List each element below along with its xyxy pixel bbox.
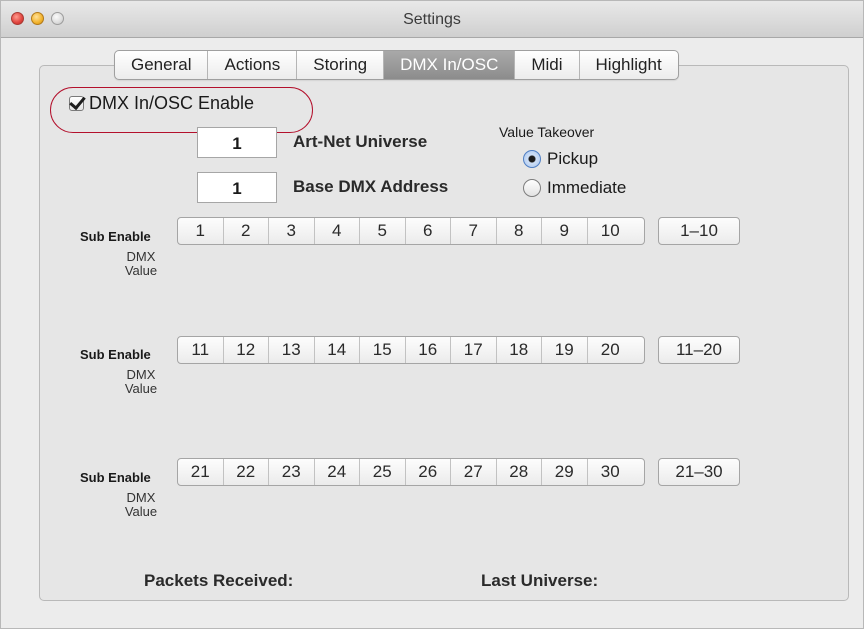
sub-toggle-24[interactable]: 24 <box>315 459 360 485</box>
sub-enable-toggles-2: 11 12 13 14 15 16 17 18 19 20 <box>177 336 645 364</box>
sub-enable-label-2: Sub Enable <box>80 347 151 362</box>
sub-toggle-12[interactable]: 12 <box>224 337 269 363</box>
immediate-label[interactable]: Immediate <box>547 178 626 198</box>
window-title: Settings <box>403 11 461 28</box>
tab-highlight[interactable]: Highlight <box>580 51 678 79</box>
value-label: Value <box>124 504 158 519</box>
dmx-enable-checkbox[interactable] <box>69 96 84 111</box>
tab-storing[interactable]: Storing <box>297 51 385 79</box>
sub-toggle-26[interactable]: 26 <box>406 459 451 485</box>
title-bar: Settings <box>1 1 863 38</box>
sub-enable-toggles-3: 21 22 23 24 25 26 27 28 29 30 <box>177 458 645 486</box>
art-net-universe-label: Art-Net Universe <box>293 132 428 151</box>
sub-toggle-21[interactable]: 21 <box>178 459 224 485</box>
sub-toggle-14[interactable]: 14 <box>315 337 360 363</box>
dmx-label: DMX <box>126 367 156 382</box>
sub-enable-toggles-1: 1 2 3 4 5 6 7 8 9 10 <box>177 217 645 245</box>
tab-bar: General Actions Storing DMX In/OSC Midi … <box>114 50 679 80</box>
immediate-radio[interactable] <box>523 179 541 197</box>
sub-toggle-19[interactable]: 19 <box>542 337 588 363</box>
dmx-value-label-1: DMX Value <box>121 250 161 278</box>
sub-toggle-8[interactable]: 8 <box>497 218 542 244</box>
sub-toggle-11[interactable]: 11 <box>178 337 224 363</box>
base-dmx-address-field[interactable]: 1 <box>197 172 277 203</box>
sub-toggle-28[interactable]: 28 <box>497 459 542 485</box>
range-button-11-20[interactable]: 11–20 <box>658 336 740 364</box>
sub-toggle-6[interactable]: 6 <box>406 218 451 244</box>
sub-toggle-3[interactable]: 3 <box>269 218 315 244</box>
base-dmx-address-label: Base DMX Address <box>293 177 449 196</box>
settings-window: Settings General Actions Storing DMX In/… <box>0 0 864 629</box>
tab-midi[interactable]: Midi <box>515 51 580 79</box>
sub-toggle-2[interactable]: 2 <box>224 218 269 244</box>
sub-toggle-5[interactable]: 5 <box>360 218 406 244</box>
sub-enable-label-1: Sub Enable <box>80 229 151 244</box>
dmx-enable-row: DMX In/OSC Enable <box>69 93 254 114</box>
sub-toggle-9[interactable]: 9 <box>542 218 588 244</box>
packets-received-label: Packets Received: <box>144 571 294 590</box>
sub-toggle-29[interactable]: 29 <box>542 459 588 485</box>
sub-toggle-10[interactable]: 10 <box>588 218 634 244</box>
value-label: Value <box>124 263 158 278</box>
sub-toggle-27[interactable]: 27 <box>451 459 497 485</box>
sub-toggle-4[interactable]: 4 <box>315 218 360 244</box>
dmx-label: DMX <box>126 249 156 264</box>
pickup-radio[interactable] <box>523 150 541 168</box>
sub-toggle-1[interactable]: 1 <box>178 218 224 244</box>
dmx-enable-label[interactable]: DMX In/OSC Enable <box>89 93 254 114</box>
tab-content-panel <box>39 65 849 601</box>
sub-toggle-25[interactable]: 25 <box>360 459 406 485</box>
sub-toggle-17[interactable]: 17 <box>451 337 497 363</box>
range-button-1-10[interactable]: 1–10 <box>658 217 740 245</box>
sub-toggle-18[interactable]: 18 <box>497 337 542 363</box>
sub-toggle-15[interactable]: 15 <box>360 337 406 363</box>
dmx-value-label-2: DMX Value <box>121 368 161 396</box>
last-universe-label: Last Universe: <box>481 571 599 590</box>
tab-general[interactable]: General <box>115 51 209 79</box>
value-label: Value <box>124 381 158 396</box>
art-net-universe-field[interactable]: 1 <box>197 127 277 158</box>
sub-toggle-16[interactable]: 16 <box>406 337 451 363</box>
sub-toggle-23[interactable]: 23 <box>269 459 315 485</box>
sub-toggle-7[interactable]: 7 <box>451 218 497 244</box>
dmx-value-label-3: DMX Value <box>121 491 161 519</box>
sub-toggle-30[interactable]: 30 <box>588 459 634 485</box>
dmx-label: DMX <box>126 490 156 505</box>
sub-toggle-20[interactable]: 20 <box>588 337 634 363</box>
range-button-21-30[interactable]: 21–30 <box>658 458 740 486</box>
value-takeover-title: Value Takeover <box>499 124 595 140</box>
pickup-label[interactable]: Pickup <box>547 149 598 169</box>
sub-enable-label-3: Sub Enable <box>80 470 151 485</box>
tab-dmx-in-osc[interactable]: DMX In/OSC <box>384 51 516 79</box>
tab-actions[interactable]: Actions <box>208 51 298 79</box>
sub-toggle-22[interactable]: 22 <box>224 459 269 485</box>
sub-toggle-13[interactable]: 13 <box>269 337 315 363</box>
